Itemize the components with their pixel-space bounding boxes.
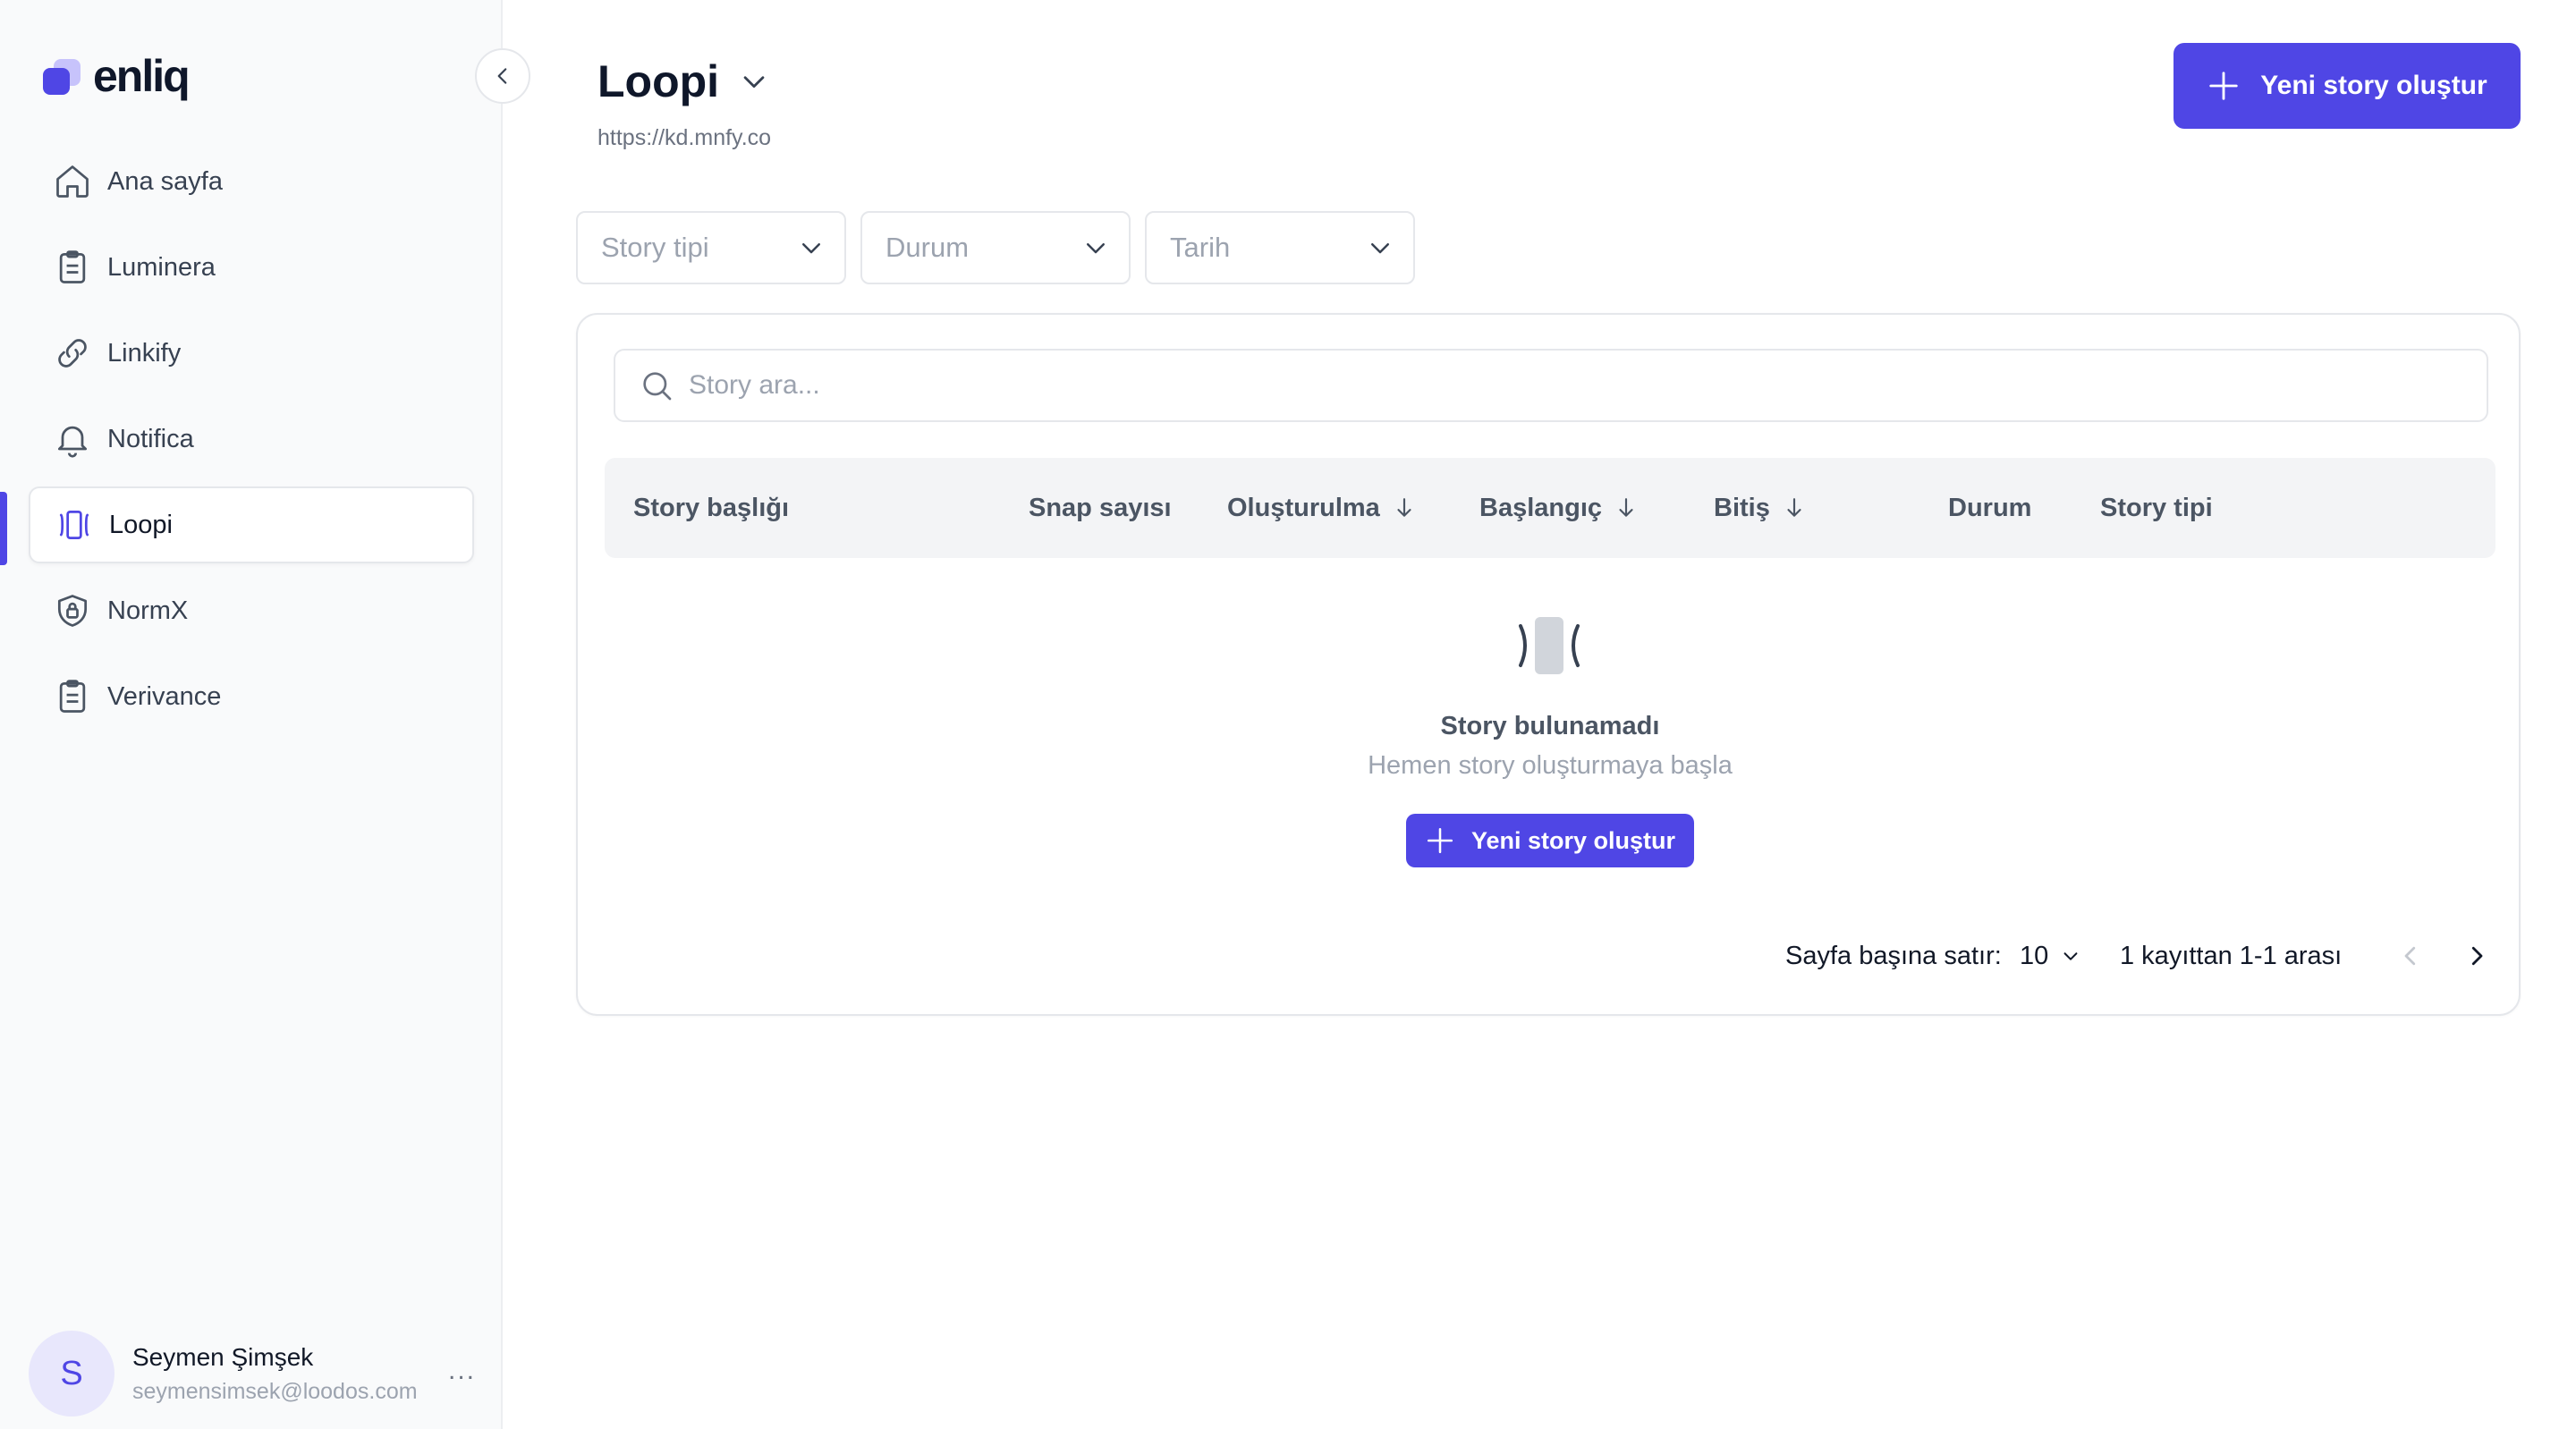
column-created[interactable]: Oluşturulma	[1227, 458, 1416, 558]
project-url: https://kd.mnfy.co	[597, 125, 772, 150]
date-filter-placeholder: Tarih	[1170, 232, 1231, 263]
column-label: Oluşturulma	[1227, 493, 1380, 522]
story-type-filter-placeholder: Story tipi	[601, 232, 709, 263]
column-label: Snap sayısı	[1029, 493, 1172, 522]
search-input[interactable]	[689, 370, 2388, 401]
column-start[interactable]: Başlangıç	[1479, 458, 1638, 558]
sidebar: enliq Ana sayfa Luminera Linkify Notific…	[0, 0, 503, 1429]
column-label: Story başlığı	[633, 493, 790, 522]
date-filter[interactable]: Tarih	[1145, 211, 1415, 284]
chevron-down-icon	[2063, 952, 2078, 960]
sidebar-item-ana-sayfa[interactable]: Ana sayfa	[29, 143, 474, 220]
search-icon	[643, 372, 672, 401]
logo-text: enliq	[93, 51, 191, 101]
stories-icon	[54, 504, 95, 545]
next-page-button[interactable]	[2463, 934, 2490, 978]
sidebar-item-normx[interactable]: NormX	[29, 572, 474, 649]
chevron-right-icon	[2471, 946, 2483, 966]
empty-new-story-button-label: Yeni story oluştur	[1470, 826, 1676, 854]
empty-new-story-button[interactable]: Yeni story oluştur	[1406, 814, 1694, 867]
avatar: S	[29, 1331, 114, 1416]
link-icon	[52, 333, 93, 374]
column-story-title: Story başlığı	[633, 458, 789, 558]
sidebar-item-label: Loopi	[109, 510, 173, 539]
sidebar-item-linkify[interactable]: Linkify	[29, 315, 474, 392]
column-story-type: Story tipi	[2100, 458, 2213, 558]
chevron-down-icon	[743, 76, 765, 89]
new-story-button[interactable]: Yeni story oluştur	[2174, 43, 2521, 129]
sidebar-nav: Ana sayfa Luminera Linkify Notifica Loop…	[29, 143, 474, 744]
home-icon	[52, 161, 93, 202]
column-status: Durum	[1948, 458, 2031, 558]
story-type-filter[interactable]: Story tipi	[576, 211, 846, 284]
sidebar-item-label: Linkify	[107, 338, 182, 368]
prev-page-button[interactable]	[2397, 934, 2424, 978]
app-logo[interactable]: enliq	[43, 51, 191, 101]
sidebar-item-verivance[interactable]: Verivance	[29, 658, 474, 735]
sidebar-item-loopi[interactable]: Loopi	[29, 486, 474, 563]
stories-table-card: Story başlığı Snap sayısı Oluşturulma Ba…	[576, 313, 2521, 1016]
rows-per-page-value: 10	[2020, 941, 2049, 970]
column-label: Story tipi	[2100, 493, 2213, 522]
chevron-down-icon	[802, 243, 820, 254]
empty-stories-icon	[1508, 610, 1590, 686]
pagination-range: 1 kayıttan 1-1 arası	[2120, 941, 2343, 970]
collapse-sidebar-button[interactable]	[475, 48, 530, 104]
shield-lock-icon	[52, 590, 93, 631]
active-indicator	[0, 492, 7, 565]
new-story-button-label: Yeni story oluştur	[2260, 71, 2487, 100]
clipboard-icon	[52, 676, 93, 717]
page-title: Loopi	[597, 56, 720, 106]
status-filter-placeholder: Durum	[886, 232, 970, 263]
sidebar-item-label: NormX	[107, 596, 189, 625]
project-selector[interactable]: Loopi	[597, 55, 769, 107]
filter-bar: Story tipi Durum Tarih	[576, 211, 1429, 284]
chevron-down-icon	[1087, 243, 1105, 254]
user-email: seymensimsek@loodos.com	[132, 1378, 418, 1404]
sidebar-item-label: Ana sayfa	[107, 166, 223, 196]
status-filter[interactable]: Durum	[860, 211, 1131, 284]
plus-icon	[1427, 827, 1453, 854]
rows-per-page-label: Sayfa başına satır:	[1785, 941, 2002, 970]
clipboard-icon	[52, 247, 93, 288]
sidebar-item-label: Luminera	[107, 252, 216, 282]
user-name: Seymen Şimşek	[132, 1342, 314, 1371]
sidebar-item-label: Notifica	[107, 424, 194, 453]
more-options-icon[interactable]: ...	[448, 1356, 476, 1386]
column-snap-count: Snap sayısı	[1029, 458, 1172, 558]
column-label: Durum	[1948, 493, 2032, 522]
empty-state-title: Story bulunamadı	[1440, 712, 1660, 740]
sidebar-item-notifica[interactable]: Notifica	[29, 401, 474, 478]
sort-arrow-down-icon	[1787, 498, 1801, 517]
sort-arrow-down-icon	[1397, 498, 1411, 517]
plus-icon	[2209, 72, 2238, 100]
empty-state-subtitle: Hemen story oluşturmaya başla	[1368, 751, 1733, 780]
rows-per-page-select[interactable]: 10	[2020, 934, 2080, 978]
chevron-left-icon	[2404, 946, 2416, 966]
column-label: Başlangıç	[1479, 493, 1602, 522]
column-label: Bitiş	[1714, 493, 1770, 522]
bell-icon	[52, 419, 93, 460]
sidebar-item-label: Verivance	[107, 681, 222, 711]
sort-arrow-down-icon	[1619, 498, 1633, 517]
user-profile[interactable]: S Seymen Şimşek seymensimsek@loodos.com …	[29, 1329, 476, 1418]
chevron-left-icon	[497, 68, 507, 84]
search-box[interactable]	[614, 349, 2488, 422]
table-header: Story başlığı Snap sayısı Oluşturulma Ba…	[605, 458, 2496, 558]
sidebar-item-luminera[interactable]: Luminera	[29, 229, 474, 306]
column-end[interactable]: Bitiş	[1714, 458, 1806, 558]
chevron-down-icon	[1371, 243, 1389, 254]
logo-mark-icon	[43, 55, 84, 97]
